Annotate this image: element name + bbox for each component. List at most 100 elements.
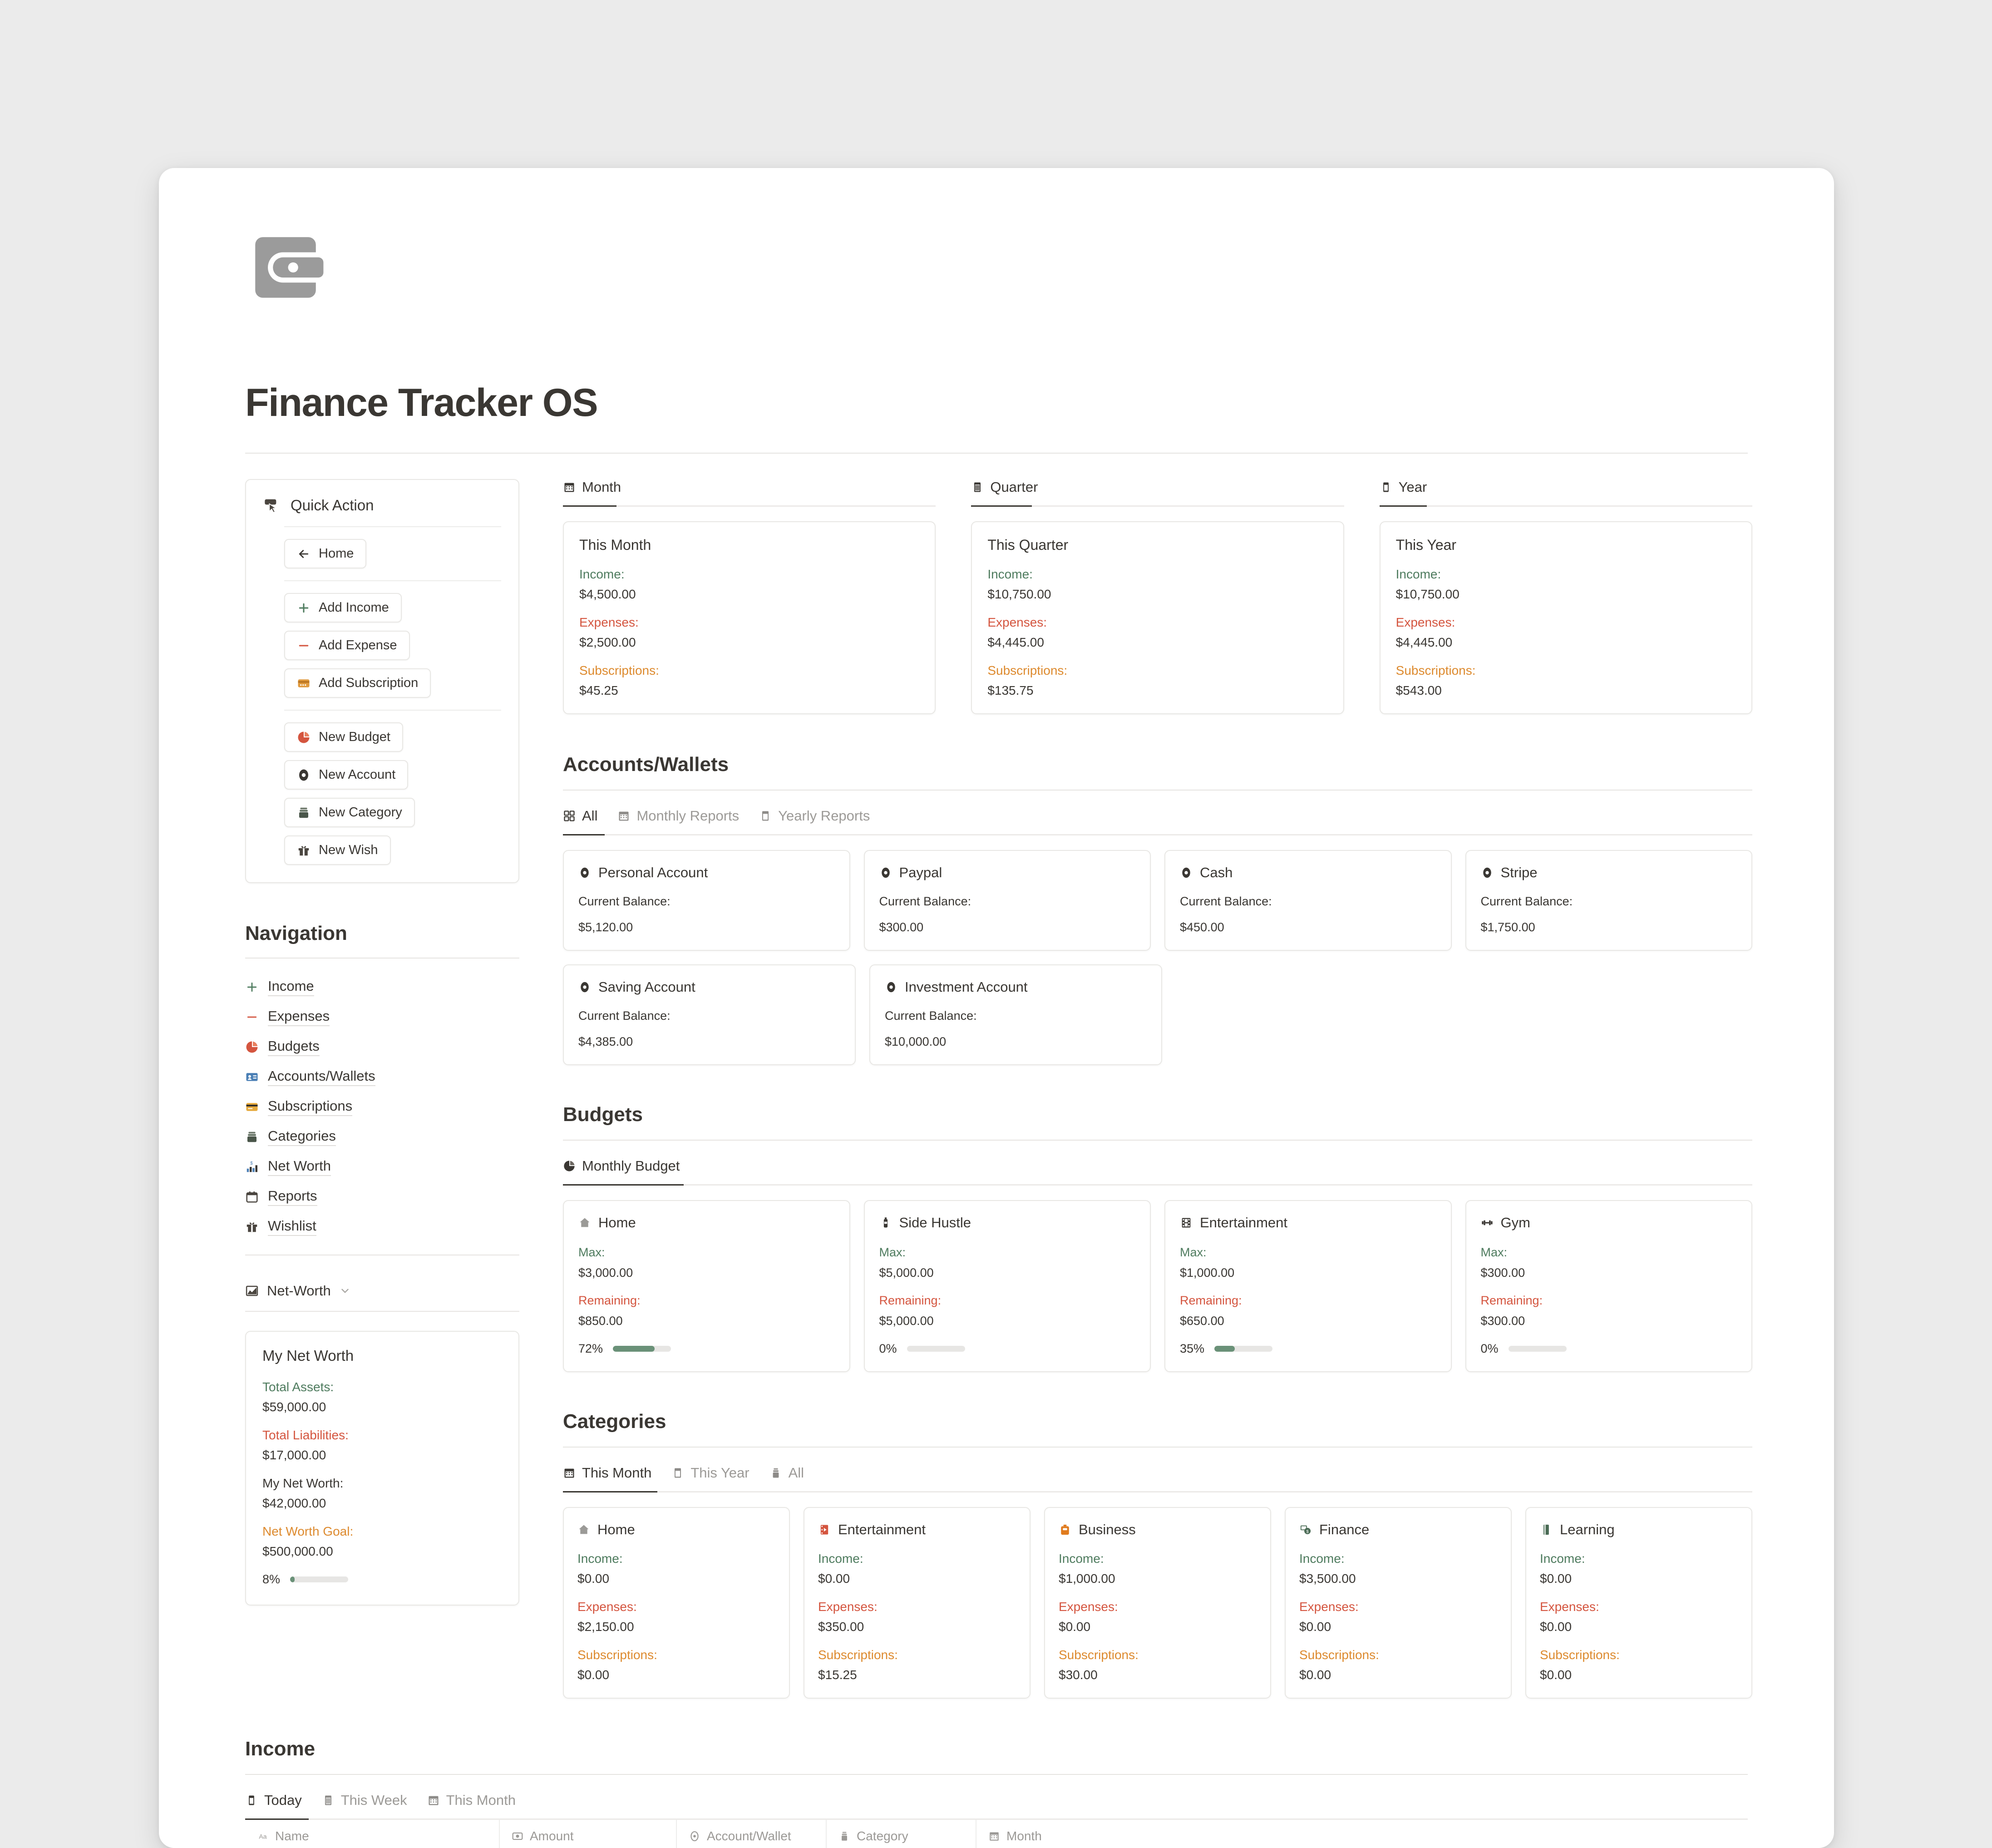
sidebar-item-expenses[interactable]: Expenses [245, 1002, 519, 1032]
expenses-value: $4,445.00 [1395, 635, 1453, 649]
tab-this-year[interactable]: This Year [671, 1465, 749, 1481]
subscriptions-label: Subscriptions: [1299, 1648, 1379, 1662]
circle-dot-icon [578, 866, 591, 879]
home-button[interactable]: Home [284, 539, 367, 568]
category-card[interactable]: Business Income: $1,000.00 Expenses: $0.… [1044, 1507, 1271, 1699]
book-icon [1540, 1523, 1553, 1536]
account-card[interactable]: Paypal Current Balance: $300.00 [863, 850, 1151, 951]
tab-this-week[interactable]: This Week [322, 1792, 407, 1808]
tab-label: Monthly Budget [582, 1158, 680, 1174]
account-name-row: Investment Account [885, 979, 1147, 995]
column-header-amount[interactable]: Amount [499, 1820, 677, 1848]
new-budget-button[interactable]: New Budget [284, 722, 403, 752]
budget-name-row: Side Hustle [879, 1215, 1136, 1231]
tab-yearly-reports[interactable]: Yearly Reports [759, 808, 870, 824]
chevron-down-icon [339, 1285, 351, 1297]
arrow-left-icon [297, 547, 311, 561]
column-header-category[interactable]: Category [826, 1820, 976, 1848]
tab-underline [971, 505, 1344, 507]
gift-icon [297, 844, 311, 857]
tab-monthly-reports[interactable]: Monthly Reports [617, 808, 739, 824]
category-card[interactable]: Learning Income: $0.00 Expenses: $0.00 S… [1525, 1507, 1752, 1699]
plus-icon [297, 601, 311, 615]
tab-today[interactable]: Today [245, 1792, 302, 1808]
grid-icon [563, 810, 576, 822]
category-name: Home [597, 1522, 635, 1537]
sidebar-item-net-worth[interactable]: $ Net Worth [245, 1152, 519, 1182]
table-header-row: Aa Name Amount Account/Wallet Category M… [245, 1820, 1748, 1848]
account-card[interactable]: Personal Account Current Balance: $5,120… [563, 850, 850, 951]
budget-card[interactable]: Side Hustle Max: $5,000.00 Remaining: $5… [863, 1200, 1151, 1372]
sidebar-item-accounts[interactable]: Accounts/Wallets [245, 1062, 519, 1092]
category-card[interactable]: Home Income: $0.00 Expenses: $2,150.00 S… [563, 1507, 790, 1699]
tab-this-month[interactable]: This Month [563, 1465, 651, 1481]
account-card[interactable]: Stripe Current Balance: $1,750.00 [1465, 850, 1752, 951]
budget-progress-label: 0% [1480, 1342, 1499, 1355]
balance-value: $10,000.00 [885, 1035, 947, 1048]
budget-name: Side Hustle [899, 1215, 971, 1230]
card-title: This Year [1395, 537, 1457, 553]
account-card[interactable]: Cash Current Balance: $450.00 [1164, 850, 1452, 951]
remaining-value: $650.00 [1180, 1314, 1224, 1328]
add-subscription-button[interactable]: Add Subscription [284, 668, 431, 698]
sidebar-item-income[interactable]: Income [245, 972, 519, 1002]
category-card[interactable]: $ Finance Income: $3,500.00 Expenses: $0… [1285, 1507, 1512, 1699]
add-expense-button[interactable]: Add Expense [284, 631, 410, 660]
category-name-row: Entertainment [818, 1522, 1016, 1538]
max-label: Max: [1480, 1245, 1508, 1259]
new-wish-button[interactable]: New Wish [284, 835, 391, 865]
category-card[interactable]: Entertainment Income: $0.00 Expenses: $3… [804, 1507, 1031, 1699]
new-account-button[interactable]: New Account [284, 760, 409, 790]
account-card[interactable]: Saving Account Current Balance: $4,385.0… [563, 964, 856, 1065]
budget-card[interactable]: Home Max: $3,000.00 Remaining: $850.00 7… [563, 1200, 850, 1372]
add-income-button[interactable]: Add Income [284, 593, 402, 623]
quick-action-header: Quick Action [263, 493, 501, 514]
tab-label: This Month [446, 1792, 516, 1808]
sidebar-item-subscriptions[interactable]: Subscriptions [245, 1092, 519, 1122]
column-header-account[interactable]: Account/Wallet [676, 1820, 827, 1848]
quick-action-card: Quick Action Home Add Income Add Expense… [245, 479, 519, 883]
tab-all[interactable]: All [563, 808, 597, 824]
category-name-row: Business [1059, 1522, 1257, 1538]
circle-dot-icon [879, 866, 892, 879]
max-value: $1,000.00 [1180, 1266, 1235, 1280]
expenses-label: Expenses: [1540, 1600, 1599, 1614]
tab-label: Today [264, 1792, 302, 1808]
tab-quarter[interactable]: Quarter [971, 479, 1038, 495]
max-value: $5,000.00 [879, 1266, 934, 1280]
divider [284, 580, 501, 581]
remaining-label: Remaining: [578, 1294, 641, 1307]
column-header-name[interactable]: Aa Name [245, 1820, 500, 1848]
tab-underline [563, 505, 936, 507]
tab-month[interactable]: Month [563, 479, 621, 495]
category-name-row: Home [577, 1522, 775, 1538]
calendar-icon [245, 1190, 259, 1204]
sidebar-item-budgets[interactable]: Budgets [245, 1032, 519, 1062]
calendar-quarter-icon [322, 1794, 335, 1807]
tab-all[interactable]: All [769, 1465, 804, 1481]
budget-card[interactable]: Entertainment Max: $1,000.00 Remaining: … [1164, 1200, 1452, 1372]
tab-monthly-budget[interactable]: Monthly Budget [563, 1158, 680, 1174]
sidebar-item-wishlist[interactable]: Wishlist [245, 1212, 519, 1242]
income-value: $3,500.00 [1299, 1571, 1356, 1586]
tab-underline [563, 1491, 1752, 1492]
main-content: Month This Month Income: $4,500.00 Expen… [563, 479, 1752, 1699]
balance-value: $300.00 [879, 920, 924, 934]
sidebar-item-reports[interactable]: Reports [245, 1182, 519, 1212]
progress-bar [907, 1346, 965, 1352]
new-category-button[interactable]: New Category [284, 798, 415, 827]
remaining-label: Remaining: [1480, 1294, 1543, 1307]
net-worth-toggle[interactable]: Net-Worth [245, 1283, 519, 1299]
account-name-row: Paypal [879, 865, 1136, 881]
account-card[interactable]: Investment Account Current Balance: $10,… [869, 964, 1162, 1065]
budget-name: Entertainment [1200, 1215, 1287, 1230]
budget-name-row: Gym [1481, 1215, 1737, 1231]
budget-card[interactable]: Gym Max: $300.00 Remaining: $300.00 0% [1465, 1200, 1752, 1372]
tab-this-month[interactable]: This Month [427, 1792, 516, 1808]
tab-year[interactable]: Year [1380, 479, 1427, 495]
category-name: Business [1079, 1522, 1136, 1537]
column-header-month[interactable]: Month [976, 1820, 1748, 1848]
divider [245, 1311, 519, 1312]
sidebar-item-categories[interactable]: Categories [245, 1122, 519, 1152]
tab-underline [245, 1818, 1748, 1820]
